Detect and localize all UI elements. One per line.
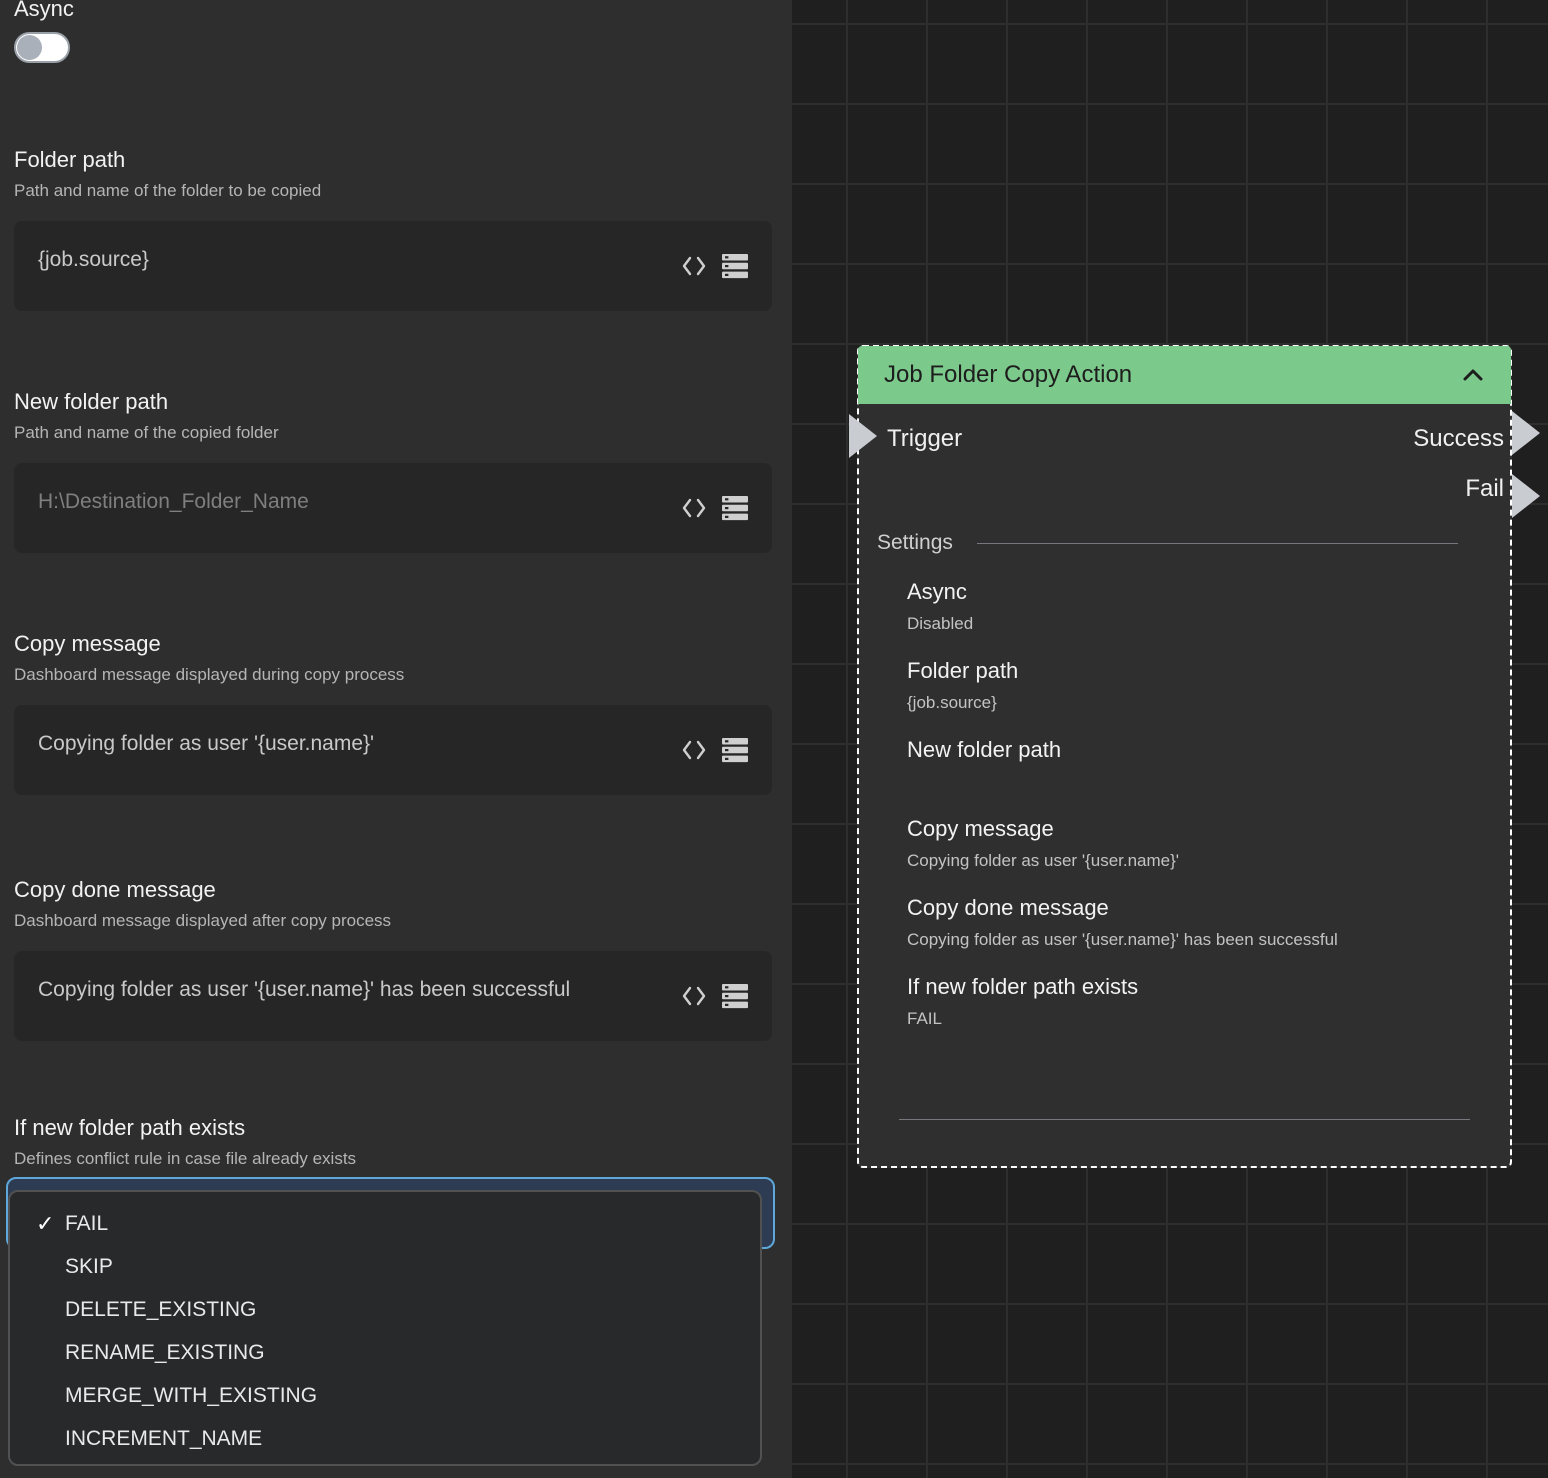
option-label: INCREMENT_NAME [65, 1427, 262, 1450]
copy-message-input[interactable]: Copying folder as user '{user.name}' [14, 705, 772, 795]
success-port-label: Success [1413, 425, 1504, 453]
chevron-up-icon[interactable] [1461, 367, 1485, 383]
setting-value: {job.source} [907, 692, 1470, 713]
workflow-canvas[interactable]: Job Folder Copy Action Trigger Success F… [792, 0, 1548, 1478]
async-toggle[interactable] [14, 32, 70, 63]
setting-copy-done-message: Copy done message Copying folder as user… [907, 895, 1470, 950]
fail-port-label: Fail [1465, 475, 1504, 503]
settings-entries: Async Disabled Folder path {job.source} … [859, 579, 1510, 1029]
folder-path-label: Folder path [14, 147, 772, 173]
setting-label: Async [907, 579, 1470, 605]
copy-done-message-label: Copy done message [14, 877, 772, 903]
option-label: MERGE_WITH_EXISTING [65, 1384, 317, 1407]
copy-message-description: Dashboard message displayed during copy … [14, 665, 772, 685]
folder-path-description: Path and name of the folder to be copied [14, 181, 772, 201]
setting-if-new-folder-path-exists: If new folder path exists FAIL [907, 974, 1470, 1029]
setting-value: Disabled [907, 613, 1470, 634]
copy-done-message-group: Copy done message Dashboard message disp… [14, 877, 772, 1041]
setting-label: New folder path [907, 737, 1470, 763]
option-fail[interactable]: ✓ FAIL [10, 1202, 760, 1245]
copy-done-message-input[interactable]: Copying folder as user '{user.name}' has… [14, 951, 772, 1041]
toggle-knob [17, 35, 42, 60]
success-port-arrow-icon[interactable] [1512, 411, 1540, 455]
conflict-rule-group: If new folder path exists Defines confli… [14, 1115, 772, 1249]
code-icon[interactable] [680, 739, 708, 761]
trigger-port-label: Trigger [887, 425, 962, 453]
node-title: Job Folder Copy Action [884, 361, 1132, 389]
copy-done-message-value: Copying folder as user '{user.name}' has… [38, 978, 570, 1001]
node-bottom-divider [899, 1119, 1470, 1120]
node-header[interactable]: Job Folder Copy Action [858, 346, 1511, 404]
new-folder-path-description: Path and name of the copied folder [14, 423, 772, 443]
setting-value [907, 771, 1470, 792]
new-folder-path-label: New folder path [14, 389, 772, 415]
code-icon[interactable] [680, 497, 708, 519]
async-label: Async [14, 0, 792, 22]
variables-list-icon[interactable] [722, 495, 748, 521]
copy-done-message-description: Dashboard message displayed after copy p… [14, 911, 772, 931]
fail-port-arrow-icon[interactable] [1512, 474, 1540, 518]
variables-list-icon[interactable] [722, 983, 748, 1009]
option-label: DELETE_EXISTING [65, 1298, 256, 1321]
setting-value: Copying folder as user '{user.name}' [907, 850, 1470, 871]
setting-value: FAIL [907, 1008, 1470, 1029]
new-folder-path-group: New folder path Path and name of the cop… [14, 389, 772, 553]
setting-folder-path: Folder path {job.source} [907, 658, 1470, 713]
setting-label: Folder path [907, 658, 1470, 684]
code-icon[interactable] [680, 985, 708, 1007]
setting-label: Copy done message [907, 895, 1470, 921]
port-row-top: Trigger Success [859, 425, 1510, 453]
setting-new-folder-path: New folder path [907, 737, 1470, 792]
copy-message-group: Copy message Dashboard message displayed… [14, 631, 772, 795]
variables-list-icon[interactable] [722, 737, 748, 763]
option-increment-name[interactable]: INCREMENT_NAME [10, 1417, 760, 1460]
option-skip[interactable]: SKIP [10, 1245, 760, 1288]
setting-async: Async Disabled [907, 579, 1470, 634]
new-folder-path-placeholder: H:\Destination_Folder_Name [38, 490, 309, 513]
app-window: Async Folder path Path and name of the f… [0, 0, 1548, 1478]
code-icon[interactable] [680, 255, 708, 277]
copy-message-label: Copy message [14, 631, 772, 657]
option-label: RENAME_EXISTING [65, 1341, 265, 1364]
new-folder-path-input[interactable]: H:\Destination_Folder_Name [14, 463, 772, 553]
conflict-rule-description: Defines conflict rule in case file alrea… [14, 1149, 772, 1169]
setting-label: If new folder path exists [907, 974, 1470, 1000]
settings-divider [977, 543, 1458, 544]
copy-message-value: Copying folder as user '{user.name}' [38, 732, 374, 755]
option-merge-with-existing[interactable]: MERGE_WITH_EXISTING [10, 1374, 760, 1417]
conflict-rule-dropdown: ✓ FAIL SKIP DELETE_EXISTING RENAME_EXIST… [8, 1190, 762, 1466]
settings-title: Settings [877, 531, 953, 555]
option-delete-existing[interactable]: DELETE_EXISTING [10, 1288, 760, 1331]
variables-list-icon[interactable] [722, 253, 748, 279]
setting-value: Copying folder as user '{user.name}' has… [907, 929, 1470, 950]
check-icon: ✓ [36, 1202, 54, 1245]
setting-label: Copy message [907, 816, 1470, 842]
option-label: SKIP [65, 1255, 113, 1278]
folder-path-value: {job.source} [38, 248, 149, 271]
conflict-rule-label: If new folder path exists [14, 1115, 772, 1141]
option-label: FAIL [65, 1212, 108, 1235]
setting-copy-message: Copy message Copying folder as user '{us… [907, 816, 1470, 871]
properties-panel: Async Folder path Path and name of the f… [0, 0, 792, 1478]
port-row-bottom: Fail [859, 475, 1510, 503]
settings-header: Settings [859, 531, 1510, 555]
folder-path-group: Folder path Path and name of the folder … [14, 147, 772, 311]
node-job-folder-copy-action[interactable]: Job Folder Copy Action Trigger Success F… [857, 345, 1512, 1168]
option-rename-existing[interactable]: RENAME_EXISTING [10, 1331, 760, 1374]
folder-path-input[interactable]: {job.source} [14, 221, 772, 311]
